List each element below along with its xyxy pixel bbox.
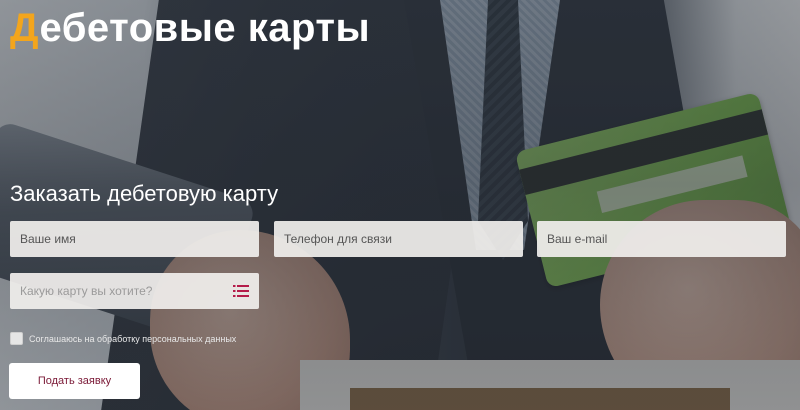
page-title: Дебетовые карты [10,4,370,52]
card-type-placeholder: Какую карту вы хотите? [20,284,153,298]
form-heading: Заказать дебетовую карту [10,181,279,206]
consent-row[interactable]: Соглашаюсь на обработку персональных дан… [10,332,236,345]
submit-application-button[interactable]: Подать заявку [9,363,140,399]
consent-checkbox[interactable] [10,332,23,345]
consent-label: Соглашаюсь на обработку персональных дан… [29,333,237,344]
card-type-select[interactable]: Какую карту вы хотите? [10,273,259,309]
email-input[interactable] [537,221,786,257]
list-icon [233,285,249,297]
name-input[interactable] [10,221,259,257]
title-first-letter: Д [10,6,40,50]
phone-input[interactable] [274,221,523,257]
title-rest: ебетовые карты [39,6,371,50]
